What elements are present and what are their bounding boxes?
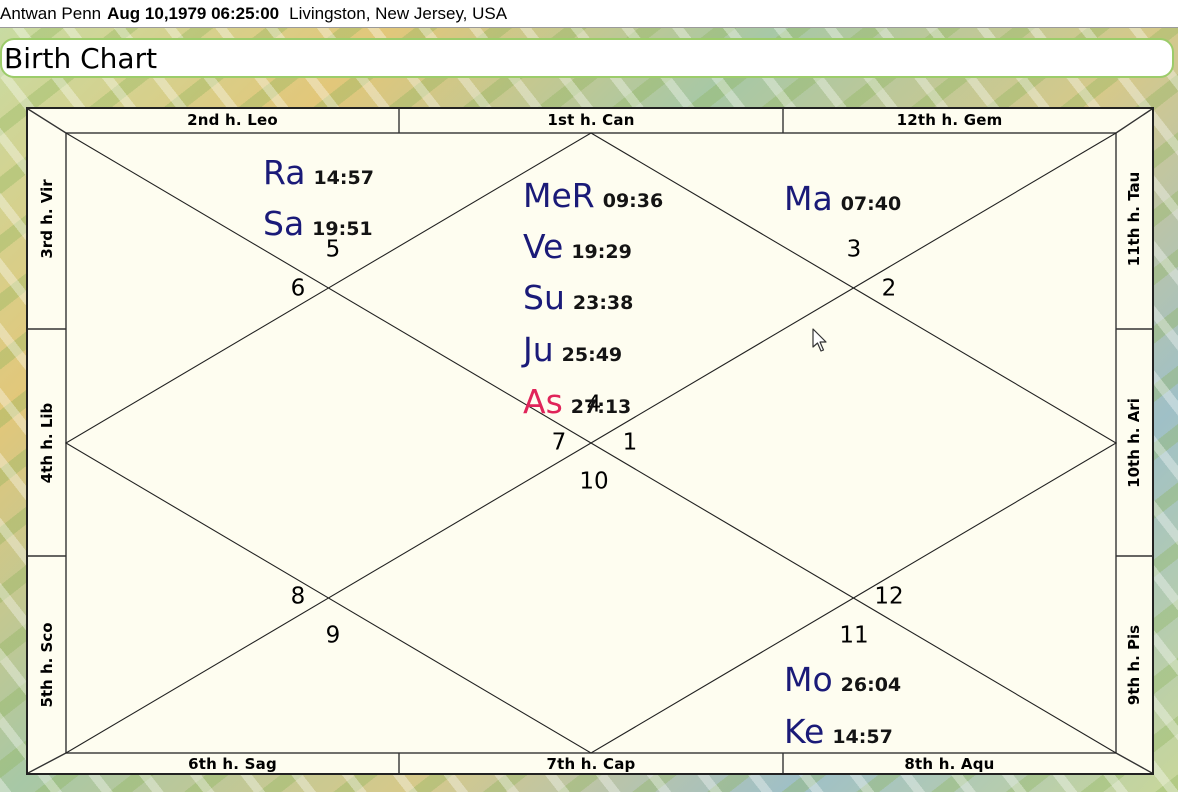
planet-degree: 27:13	[570, 396, 632, 418]
cell-bottom-left: 6th h. Sag	[188, 755, 277, 773]
planet-abbr: Sa	[263, 204, 305, 243]
planet-ketu: Ke 14:57	[784, 715, 893, 748]
planet-saturn: Sa 19:51	[263, 207, 373, 240]
planet-abbr: Ma	[784, 179, 833, 218]
planet-mars: Ma 07:40	[784, 182, 901, 215]
cell-right-middle: 10th h. Ari	[1125, 398, 1143, 488]
cell-left-middle: 4th h. Lib	[38, 402, 56, 484]
planet-abbr: Ju	[523, 330, 554, 369]
planet-abbr: MeR	[523, 176, 595, 215]
cell-right-bottom: 9th h. Pis	[1125, 624, 1143, 706]
planet-degree: 19:29	[571, 241, 632, 263]
planet-rahu: Ra 14:57	[263, 156, 374, 189]
planet-degree: 23:38	[572, 292, 634, 314]
planet-degree: 07:40	[840, 193, 902, 215]
planet-moon: Mo 26:04	[784, 663, 901, 696]
cell-top-center: 1st h. Can	[547, 111, 635, 129]
cell-right-top: 11th h. Tau	[1125, 171, 1143, 267]
house-number-5: 5	[325, 236, 341, 263]
cell-top-left: 2nd h. Leo	[187, 111, 278, 129]
cell-left-bottom: 5th h. Sco	[38, 622, 56, 708]
planet-degree: 14:57	[832, 726, 893, 748]
chart-info-bar: Antwan Penn Aug 10,1979 06:25:00 Livingsto…	[0, 0, 1178, 28]
birth-chart: 2nd h. Leo 1st h. Can 12th h. Gem 6th h.…	[26, 107, 1154, 775]
planet-venus: Ve 19:29	[523, 230, 632, 263]
house-number-10: 10	[579, 468, 609, 495]
page-title: Birth Chart	[4, 42, 158, 75]
planet-abbr: Su	[523, 278, 565, 317]
planet-sun: Su 23:38	[523, 281, 633, 314]
planet-degree: 14:57	[313, 167, 374, 189]
planet-degree: 09:36	[602, 190, 664, 212]
planet-degree: 26:04	[840, 674, 902, 696]
planet-degree: 25:49	[561, 344, 623, 366]
planet-abbr: Ve	[523, 227, 564, 266]
house-number-9: 9	[325, 622, 341, 649]
planet-degree: 19:51	[312, 218, 373, 240]
native-name: Antwan Penn	[0, 4, 102, 23]
birth-place: Livingston, New Jersey, USA	[289, 4, 508, 23]
house-number-1: 1	[622, 429, 638, 456]
planet-abbr: As	[523, 382, 563, 421]
house-number-2: 2	[881, 275, 897, 302]
title-bar	[0, 38, 1174, 78]
cell-bottom-right: 8th h. Aqu	[904, 755, 995, 773]
house-number-8: 8	[290, 583, 306, 610]
planet-abbr: Ra	[263, 153, 306, 192]
house-number-3: 3	[846, 236, 862, 263]
cell-left-top: 3rd h. Vir	[38, 179, 56, 259]
planet-ascendant: As 27:13	[523, 385, 631, 418]
planet-abbr: Mo	[784, 660, 833, 699]
planet-jupiter: Ju 25:49	[523, 333, 622, 366]
mouse-pointer-icon	[812, 328, 827, 352]
planet-mercury-retro: MeR 09:36	[523, 179, 663, 212]
house-number-7: 7	[551, 429, 567, 456]
house-number-6: 6	[290, 275, 306, 302]
house-number-12: 12	[874, 583, 904, 610]
cell-top-right: 12th h. Gem	[896, 111, 1003, 129]
planet-abbr: Ke	[784, 712, 825, 751]
birth-datetime: Aug 10,1979 06:25:00	[107, 4, 280, 23]
house-number-11: 11	[839, 622, 869, 649]
cell-bottom-center: 7th h. Cap	[546, 755, 636, 773]
